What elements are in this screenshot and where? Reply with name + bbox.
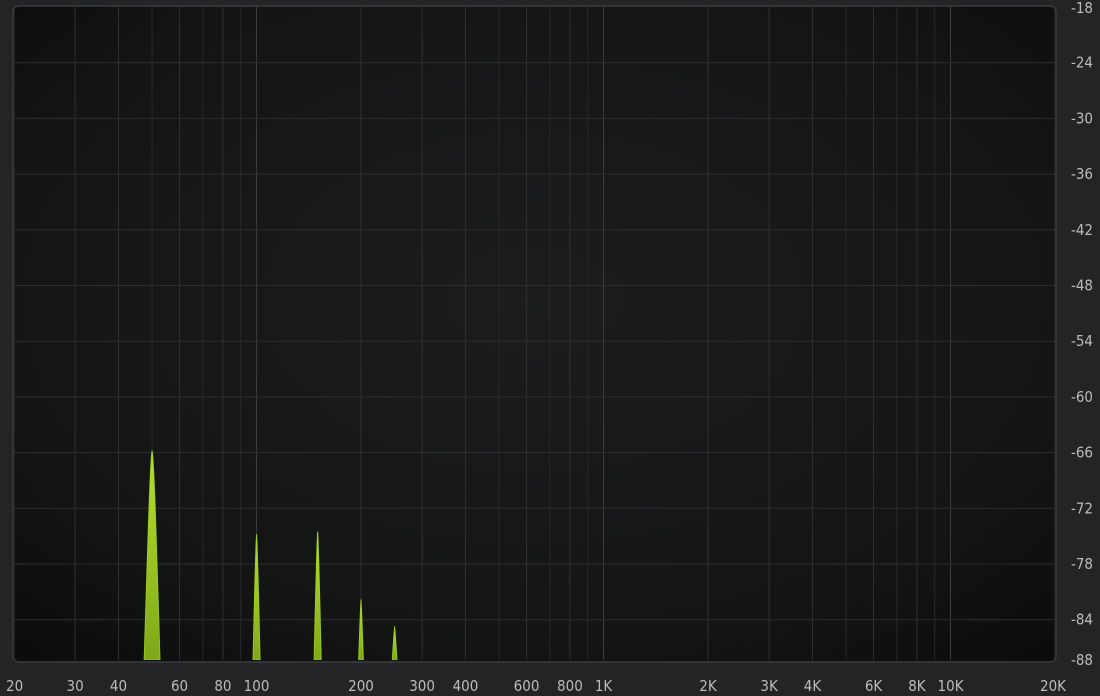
x-tick-label: 40 [110, 677, 127, 695]
x-tick-label: 3K [760, 677, 779, 695]
x-tick-label: 300 [409, 677, 435, 695]
y-tick-label: -18 [1071, 0, 1093, 17]
y-tick-label: -72 [1071, 499, 1093, 517]
x-tick-label: 600 [514, 677, 540, 695]
x-tick-label: 800 [557, 677, 583, 695]
y-tick-label: -36 [1071, 165, 1093, 183]
x-tick-label: 400 [453, 677, 479, 695]
x-tick-label: 100 [244, 677, 270, 695]
x-tick-label: 20K [1040, 677, 1067, 695]
y-tick-label: -24 [1071, 54, 1093, 72]
x-tick-label: 80 [214, 677, 231, 695]
x-tick-label: 20 [6, 677, 23, 695]
y-tick-label: -60 [1071, 388, 1093, 406]
y-tick-label: -30 [1071, 109, 1093, 127]
y-tick-label: -78 [1071, 555, 1093, 573]
y-tick-label: -54 [1071, 332, 1093, 350]
x-axis-labels: 20 30 40 60 80 100 200 300 400 600 800 1K 2K 3K 4K 6K 8K… [6, 677, 1067, 695]
x-tick-label: 8K [908, 677, 927, 695]
x-tick-label: 2K [699, 677, 718, 695]
y-tick-label: -42 [1071, 221, 1093, 239]
y-tick-label: -88 [1071, 651, 1093, 669]
x-tick-label: 10K [938, 677, 965, 695]
x-tick-label: 200 [348, 677, 374, 695]
x-tick-label: 4K [804, 677, 823, 695]
y-tick-label: -66 [1071, 444, 1093, 462]
x-tick-label: 1K [595, 677, 614, 695]
y-axis-labels: -18 -24 -30 -36 -42 -48 -54 -60 -66 -72 -78 -84 -88 [1071, 0, 1093, 669]
x-tick-label: 6K [865, 677, 884, 695]
x-tick-label: 30 [67, 677, 84, 695]
y-tick-label: -84 [1071, 611, 1093, 629]
spectrum-analyzer: 20 30 40 60 80 100 200 300 400 600 800 1K 2K 3K 4K 6K 8K… [6, 0, 1093, 695]
y-tick-label: -48 [1071, 277, 1093, 295]
x-tick-label: 60 [171, 677, 188, 695]
